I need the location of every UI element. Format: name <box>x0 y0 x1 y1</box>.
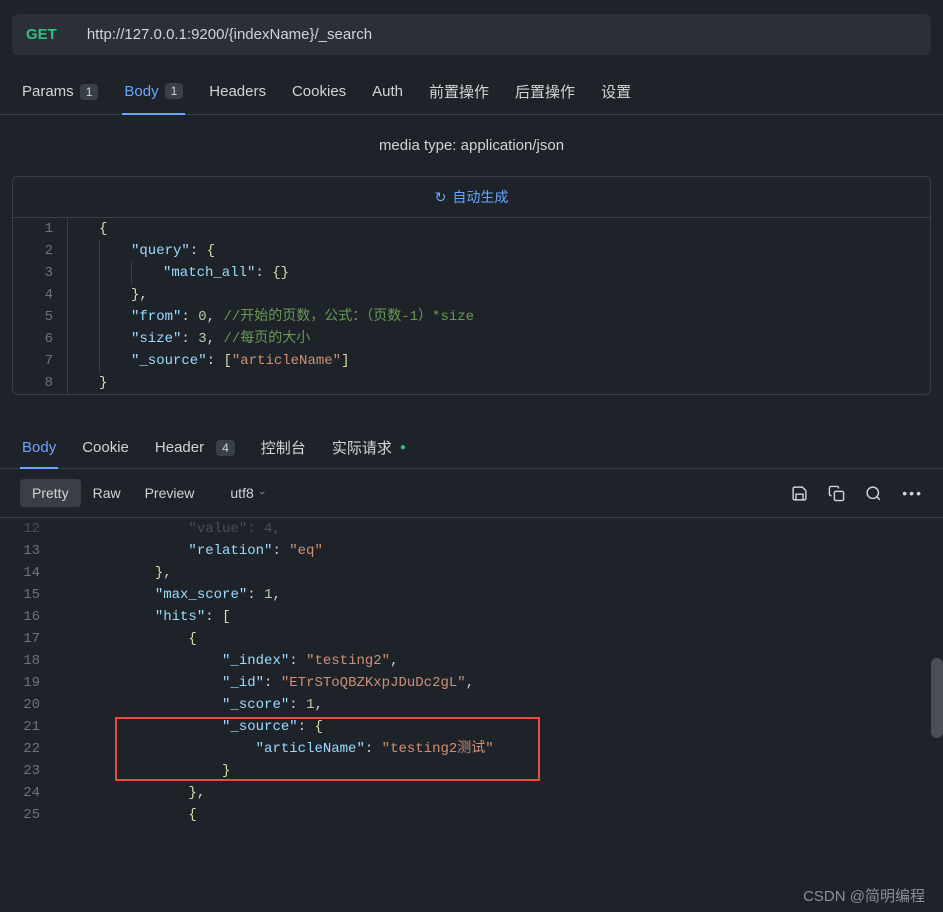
save-icon[interactable] <box>791 485 808 502</box>
gutter-line: 12 <box>0 518 54 540</box>
gutter-line: 19 <box>0 672 54 694</box>
gutter-line: 25 <box>0 804 54 826</box>
gutter-line: 16 <box>0 606 54 628</box>
tab-post-label: 后置操作 <box>515 81 575 102</box>
request-tabs: Params 1 Body 1 Headers Cookies Auth 前置操… <box>0 69 943 115</box>
watermark-label: CSDN @简明编程 <box>803 885 925 906</box>
tab-body[interactable]: Body 1 <box>122 73 185 115</box>
gutter-line: 14 <box>0 562 54 584</box>
response-toolbar: Pretty Raw Preview utf8 › ••• <box>0 469 943 517</box>
encoding-dropdown[interactable]: utf8 › <box>230 485 263 501</box>
tab-pre[interactable]: 前置操作 <box>427 73 491 114</box>
request-bar: GET http://127.0.0.1:9200/{indexName}/_s… <box>12 14 931 55</box>
request-code[interactable]: 1{ 2"query": { 3"match_all": {} 4}, 5"fr… <box>13 218 930 394</box>
request-editor[interactable]: ↻ 自动生成 1{ 2"query": { 3"match_all": {} 4}… <box>12 176 931 395</box>
encoding-label: utf8 <box>230 485 253 501</box>
auto-generate-button[interactable]: ↻ 自动生成 <box>13 177 930 218</box>
gutter-line: 8 <box>13 372 67 394</box>
http-method[interactable]: GET <box>26 26 57 43</box>
response-code[interactable]: 12 "value": 4, 13 "relation": "eq" 14 },… <box>0 517 943 826</box>
gutter-line: 4 <box>13 284 67 306</box>
tab-headers-label: Headers <box>209 83 266 100</box>
tab-headers[interactable]: Headers <box>207 73 268 114</box>
tab-settings[interactable]: 设置 <box>599 73 633 114</box>
gutter-line: 7 <box>13 350 67 372</box>
resp-tab-body-label: Body <box>22 439 56 456</box>
view-raw-button[interactable]: Raw <box>81 479 133 507</box>
gutter-line: 17 <box>0 628 54 650</box>
view-segment: Pretty Raw Preview <box>20 479 206 507</box>
gutter-line: 1 <box>13 218 67 240</box>
gutter-line: 20 <box>0 694 54 716</box>
resp-tab-console-label: 控制台 <box>261 437 306 458</box>
gutter-line: 18 <box>0 650 54 672</box>
view-pretty-button[interactable]: Pretty <box>20 479 81 507</box>
auto-generate-label: 自动生成 <box>452 189 508 205</box>
tab-params[interactable]: Params 1 <box>20 73 100 114</box>
view-preview-button[interactable]: Preview <box>133 479 207 507</box>
resp-tab-actual[interactable]: 实际请求 ● <box>330 431 408 468</box>
resp-tab-header-label: Header <box>155 439 204 456</box>
gutter-line: 15 <box>0 584 54 606</box>
more-icon[interactable]: ••• <box>902 485 923 501</box>
copy-icon[interactable] <box>828 485 845 502</box>
resp-tab-console[interactable]: 控制台 <box>259 431 308 468</box>
gutter-line: 3 <box>13 262 67 284</box>
refresh-icon: ↻ <box>435 189 447 205</box>
tab-auth[interactable]: Auth <box>370 73 405 114</box>
media-type-label: media type: application/json <box>0 115 943 176</box>
tab-body-badge: 1 <box>165 83 184 99</box>
gutter-line: 2 <box>13 240 67 262</box>
resp-tab-cookie[interactable]: Cookie <box>80 431 131 468</box>
tab-post[interactable]: 后置操作 <box>513 73 577 114</box>
gutter-line: 21 <box>0 716 54 738</box>
response-tabs: Body Cookie Header 4 控制台 实际请求 ● <box>0 395 943 469</box>
tab-cookies-label: Cookies <box>292 83 346 100</box>
gutter-line: 13 <box>0 540 54 562</box>
tab-pre-label: 前置操作 <box>429 81 489 102</box>
scrollbar-thumb[interactable] <box>931 658 943 738</box>
request-url[interactable]: http://127.0.0.1:9200/{indexName}/_searc… <box>87 26 372 43</box>
resp-tab-cookie-label: Cookie <box>82 439 129 456</box>
tab-params-badge: 1 <box>80 84 99 100</box>
status-dot-icon: ● <box>400 442 406 453</box>
tab-settings-label: 设置 <box>601 81 631 102</box>
tab-body-label: Body <box>124 83 158 100</box>
gutter-line: 22 <box>0 738 54 760</box>
gutter-line: 5 <box>13 306 67 328</box>
gutter-line: 6 <box>13 328 67 350</box>
gutter-line: 23 <box>0 760 54 782</box>
resp-tab-header[interactable]: Header 4 <box>153 431 237 468</box>
tab-auth-label: Auth <box>372 83 403 100</box>
chevron-down-icon: › <box>256 491 268 495</box>
resp-tab-actual-label: 实际请求 <box>332 437 392 458</box>
tab-cookies[interactable]: Cookies <box>290 73 348 114</box>
resp-tab-header-badge: 4 <box>216 440 235 456</box>
tab-params-label: Params <box>22 83 74 100</box>
resp-tab-body[interactable]: Body <box>20 431 58 469</box>
gutter-line: 24 <box>0 782 54 804</box>
search-icon[interactable] <box>865 485 882 502</box>
